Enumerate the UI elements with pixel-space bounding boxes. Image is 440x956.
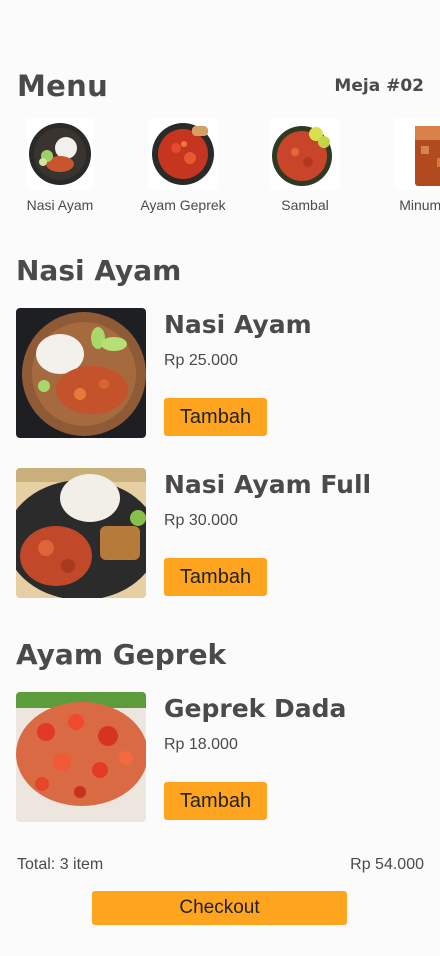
header: Menu Meja #02 (17, 66, 424, 106)
section-title-ayam-geprek: Ayam Geprek (16, 638, 227, 671)
category-ayam-geprek[interactable]: Ayam Geprek (128, 118, 238, 213)
page-title: Menu (17, 69, 109, 103)
category-label: Sambal (281, 197, 329, 213)
item-name: Nasi Ayam Full (164, 470, 372, 499)
category-nasi-ayam[interactable]: Nasi Ayam (5, 118, 115, 213)
total-price: Rp 54.000 (350, 856, 424, 873)
menu-item: Nasi Ayam Rp 25.000 Tambah (16, 308, 426, 438)
ayam-geprek-category-image (148, 118, 218, 190)
table-number-label: Meja #02 (334, 76, 424, 96)
add-to-cart-button[interactable]: Tambah (164, 558, 267, 596)
menu-item: Nasi Ayam Full Rp 30.000 Tambah (16, 468, 426, 598)
checkout-button[interactable]: Checkout (92, 891, 347, 925)
item-price: Rp 25.000 (164, 352, 238, 369)
total-items: Total: 3 item (17, 856, 104, 873)
sambal-category-image (270, 118, 340, 190)
add-to-cart-button[interactable]: Tambah (164, 398, 267, 436)
item-name: Geprek Dada (164, 694, 347, 723)
item-price: Rp 18.000 (164, 736, 238, 753)
item-name: Nasi Ayam (164, 310, 312, 339)
nasi-ayam-item-image (16, 308, 146, 438)
category-minuman[interactable]: Minuman (373, 118, 440, 213)
cart-summary: Total: 3 item Rp 54.000 (17, 856, 424, 874)
category-label: Ayam Geprek (140, 197, 226, 213)
category-label: Minuman (399, 197, 440, 213)
nasi-ayam-category-image (25, 118, 95, 190)
category-sambal[interactable]: Sambal (250, 118, 360, 213)
section-title-nasi-ayam: Nasi Ayam (16, 254, 182, 287)
category-label: Nasi Ayam (26, 197, 94, 213)
minuman-category-image (393, 118, 440, 190)
add-to-cart-button[interactable]: Tambah (164, 782, 267, 820)
nasi-ayam-full-item-image (16, 468, 146, 598)
category-scroller[interactable]: Nasi Ayam Ayam Geprek Sambal Minum (0, 118, 440, 218)
menu-item: Geprek Dada Rp 18.000 Tambah (16, 692, 426, 822)
geprek-dada-item-image (16, 692, 146, 822)
item-price: Rp 30.000 (164, 512, 238, 529)
